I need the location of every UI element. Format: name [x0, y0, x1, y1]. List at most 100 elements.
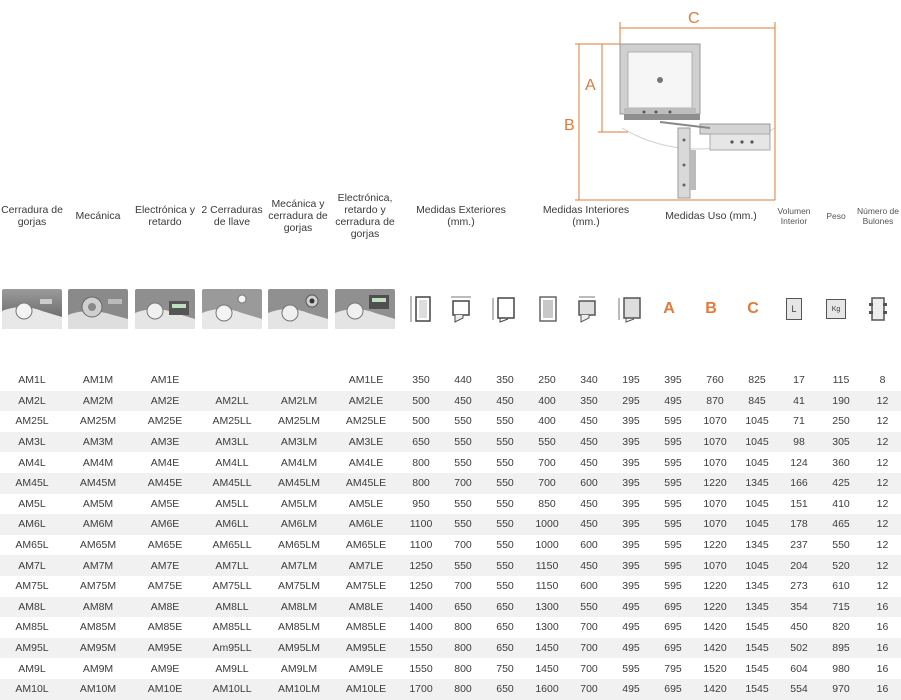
- table-cell: AM95L: [0, 637, 64, 659]
- table-cell: 195: [622, 374, 640, 387]
- table-cell: 12: [862, 555, 901, 576]
- table-cell: 1420: [694, 637, 736, 659]
- table-cell: 350: [412, 374, 430, 387]
- table-cell: 650: [496, 621, 514, 634]
- header-mechanical-key-lock: Mecánica y cerradura de gorjas: [268, 198, 328, 234]
- table-cell: AM8LL: [198, 596, 266, 618]
- dimension-label-b: B: [564, 117, 575, 134]
- table-cell: 595: [652, 555, 694, 576]
- table-cell: 1070: [703, 415, 727, 428]
- usage-letter-a: A: [663, 300, 675, 317]
- table-cell: AM3L: [0, 431, 64, 453]
- table-row: AM7L AM7M AM7E AM7LL AM7LM AM7LE 1250 550 550 115…: [0, 555, 901, 576]
- table-cell: AM7LE: [332, 555, 400, 576]
- table-cell: 12: [862, 472, 901, 494]
- table-cell: AM85LL: [212, 621, 252, 634]
- table-cell: AM1M: [82, 374, 114, 387]
- table-cell: 800: [454, 662, 472, 675]
- table-cell: 350: [496, 374, 514, 387]
- table-cell: 12: [876, 415, 889, 428]
- table-cell: AM4E: [150, 456, 180, 469]
- table-cell: AM45LL: [198, 472, 266, 494]
- table-row: AM10L AM10M AM10E AM10LL AM10LM AM10LE 1700 800…: [0, 678, 901, 700]
- table-cell: 1345: [736, 472, 778, 494]
- table-cell: AM85LE: [345, 621, 387, 634]
- table-cell: 1545: [736, 637, 778, 659]
- table-cell: 12: [876, 539, 889, 552]
- table-cell: AM25L: [15, 415, 49, 428]
- table-cell: 595: [652, 472, 694, 494]
- usage-letter-b: B: [705, 300, 717, 317]
- table-cell: 595: [664, 539, 682, 552]
- table-cell: AM2LL: [198, 390, 266, 412]
- table-cell: AM45LE: [332, 472, 400, 494]
- table-cell: 166: [778, 472, 820, 494]
- table-cell: 1250: [400, 555, 442, 576]
- table-cell: AM5E: [150, 497, 180, 510]
- table-cell: 495: [622, 621, 640, 634]
- table-cell: AM3E: [132, 431, 198, 453]
- table-cell: AM8LE: [332, 596, 400, 618]
- table-cell: 695: [652, 637, 694, 659]
- table-row: AM9L AM9M AM9E AM9LL AM9LM AM9LE 1550 800 750 145…: [0, 658, 901, 679]
- table-cell: 237: [790, 539, 808, 552]
- table-cell: 1520: [703, 662, 727, 675]
- table-cell: 17: [793, 374, 805, 387]
- combination-dial-icon: [68, 289, 128, 329]
- table-cell: 395: [622, 580, 640, 593]
- table-cell: 450: [568, 514, 610, 535]
- table-cell: 204: [778, 555, 820, 576]
- table-cell: AM45E: [132, 472, 198, 494]
- table-row: AM95L AM95M AM95E Am95LL AM95LM AM95LE 1550 800…: [0, 637, 901, 659]
- table-cell: 450: [580, 456, 598, 469]
- table-cell: AM8LM: [266, 596, 332, 618]
- dial-and-key-icon: [268, 289, 328, 329]
- table-cell: 554: [778, 678, 820, 700]
- table-cell: AM6LE: [332, 514, 400, 535]
- table-cell: 550: [526, 431, 568, 453]
- table-cell: 795: [664, 662, 682, 675]
- table-cell: AM10LL: [198, 678, 266, 700]
- table-cell: AM7E: [132, 555, 198, 576]
- header-electronic-delay: Electrónica y retardo: [134, 204, 196, 228]
- table-cell: 550: [568, 596, 610, 618]
- table-cell: AM4LM: [280, 456, 318, 469]
- table-cell: 500: [400, 390, 442, 412]
- table-cell: 151: [790, 497, 808, 510]
- table-cell: 395: [610, 555, 652, 576]
- models-table: AM1L AM1M AM1E AM1LE 350 440 350 250 340 195 395 76…: [0, 370, 901, 700]
- table-cell: AM65E: [147, 539, 183, 552]
- table-cell: AM2M: [64, 390, 132, 412]
- int-height-icon: [532, 294, 562, 324]
- table-cell: AM85E: [147, 621, 183, 634]
- table-cell: 395: [622, 497, 640, 510]
- table-cell: 1070: [703, 497, 727, 510]
- thumb-mechanical-key: [268, 289, 328, 329]
- table-cell: 12: [862, 390, 901, 412]
- table-cell: [198, 370, 266, 391]
- table-cell: 1045: [745, 415, 769, 428]
- table-cell: AM10M: [64, 678, 132, 700]
- table-cell: AM5LM: [280, 497, 318, 510]
- table-cell: 700: [526, 472, 568, 494]
- table-cell: 16: [862, 678, 901, 700]
- table-cell: AM85L: [15, 621, 49, 634]
- table-cell: 465: [820, 514, 862, 535]
- table-cell: AM4L: [18, 456, 46, 469]
- table-cell: 190: [820, 390, 862, 412]
- volume-icon-label: L: [786, 298, 802, 320]
- table-cell: 825: [748, 374, 766, 387]
- table-cell: 8: [879, 374, 886, 387]
- table-cell: 340: [580, 374, 598, 387]
- table-cell: 550: [484, 472, 526, 494]
- table-cell: 700: [442, 472, 484, 494]
- table-cell: 1450: [526, 637, 568, 659]
- table-cell: AM2LE: [332, 390, 400, 412]
- table-cell: AM65LM: [277, 539, 320, 552]
- table-row: AM8L AM8M AM8E AM8LL AM8LM AM8LE 1400 650 650 130…: [0, 596, 901, 618]
- table-cell: 450: [484, 390, 526, 412]
- table-cell: 1400: [409, 621, 433, 634]
- table-cell: AM3LE: [332, 431, 400, 453]
- table-row: AM2L AM2M AM2E AM2LL AM2LM AM2LE 500 450 450 400 3…: [0, 390, 901, 412]
- table-row: AM6L AM6M AM6E AM6LL AM6LM AM6LE 1100 550 550 100…: [0, 514, 901, 535]
